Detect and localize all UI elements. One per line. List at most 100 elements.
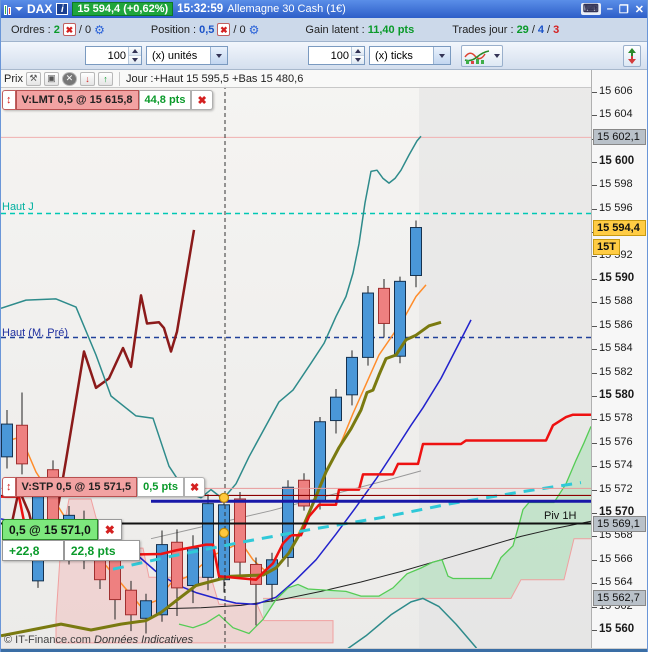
- axis-tick-mark: [592, 279, 597, 280]
- sell-stop-order-tag[interactable]: ↕ V:STP 0,5 @ 15 571,5 0,5 pts ✖: [2, 477, 206, 497]
- axis-tick-label: 15 574: [599, 459, 633, 472]
- detach-window-icon[interactable]: ▣: [43, 71, 59, 86]
- candle[interactable]: [16, 424, 28, 465]
- sell-arrow-icon[interactable]: ↓: [79, 71, 95, 86]
- candle[interactable]: [109, 559, 121, 601]
- info-icon[interactable]: i: [56, 3, 69, 15]
- chart-style-button[interactable]: [461, 44, 503, 67]
- candle[interactable]: [234, 498, 246, 563]
- pivot-1h-label: Piv 1H: [544, 510, 577, 522]
- position-status: Position : 0,5 ✖ / 0 ⚙: [151, 23, 260, 37]
- orders-gear-icon[interactable]: ⚙: [94, 23, 105, 37]
- close-position-x-icon[interactable]: ✖: [97, 519, 122, 540]
- quantity-field-1[interactable]: [86, 47, 128, 64]
- drag-updown-icon[interactable]: ↕: [2, 90, 16, 110]
- axis-tick-label: 15 598: [599, 178, 633, 191]
- price-axis[interactable]: 15 60615 60415 60215 60015 59815 59615 5…: [591, 70, 647, 648]
- instrument-dropdown-icon[interactable]: [15, 7, 23, 11]
- close-button[interactable]: ✕: [635, 3, 644, 16]
- candle[interactable]: [346, 356, 358, 396]
- minimize-button[interactable]: –: [607, 3, 613, 15]
- level-price-badge: 15 569,1: [593, 515, 646, 532]
- candle[interactable]: [125, 589, 137, 616]
- candlestick-icon: [4, 3, 11, 15]
- axis-tick-mark: [592, 442, 597, 444]
- axis-tick-label: 15 560: [599, 623, 635, 635]
- buy-arrow-icon[interactable]: ↑: [97, 71, 113, 86]
- current-price-badge: 15 594,4: [593, 219, 646, 236]
- window-bottom-border: [1, 648, 647, 652]
- disclaimer-text: Données Indicatives: [94, 634, 194, 646]
- candle[interactable]: [362, 292, 374, 358]
- candle[interactable]: [410, 227, 422, 276]
- sell-limit-order-label[interactable]: V:LMT 0,5 @ 15 615,8: [15, 90, 139, 110]
- unit-select-1[interactable]: (x) unités: [146, 46, 228, 65]
- last-price-badge: 15 594,4 (+0,62%): [72, 2, 174, 16]
- price-chart[interactable]: [1, 85, 593, 648]
- axis-tick-label: 15 584: [599, 342, 633, 355]
- orders-status: Ordres : 2 ✖ / 0 ⚙: [11, 23, 105, 37]
- axis-tick-mark: [592, 115, 597, 117]
- close-position-icon[interactable]: ✖: [217, 23, 231, 36]
- quantity-stepper-2[interactable]: [351, 47, 364, 64]
- axis-tick-label: 15 600: [599, 155, 635, 167]
- trades-loss-count: 3: [553, 23, 560, 36]
- settings-wrench-icon[interactable]: ⚒: [25, 71, 41, 86]
- axis-tick-mark: [592, 606, 597, 608]
- position-gear-icon[interactable]: ⚙: [249, 23, 260, 37]
- quantity-field-2[interactable]: [309, 47, 351, 64]
- trades-separator: /: [531, 23, 535, 36]
- maximize-button[interactable]: ❐: [619, 3, 629, 16]
- quantity-stepper-1[interactable]: [128, 47, 141, 64]
- instrument-name[interactable]: DAX: [27, 2, 52, 16]
- refresh-quotes-button[interactable]: [623, 44, 641, 67]
- sell-stop-order-label[interactable]: V:STP 0,5 @ 15 571,5: [15, 477, 138, 497]
- candle[interactable]: [378, 287, 390, 324]
- cancel-orders-icon[interactable]: ✖: [62, 23, 76, 36]
- candle[interactable]: [202, 503, 214, 578]
- candle[interactable]: [218, 504, 230, 581]
- day-high-label: Haut J: [2, 201, 34, 213]
- candle[interactable]: [140, 600, 152, 619]
- band-upper: [1, 135, 422, 500]
- axis-tick-mark: [592, 489, 597, 491]
- position-entry-label[interactable]: 0,5 @ 15 571,0: [2, 519, 98, 540]
- axis-tick-mark: [592, 419, 597, 421]
- axis-tick-mark: [592, 630, 597, 631]
- cancel-stop-order-icon[interactable]: ✖: [183, 477, 206, 497]
- keyboard-icon[interactable]: ⌨: [580, 3, 601, 15]
- unit-select-1-value: (x) unités: [152, 49, 198, 62]
- unit-select-2[interactable]: (x) ticks: [369, 46, 451, 65]
- quantity-input-2[interactable]: [308, 46, 365, 65]
- data-provider-credit: © IT-Finance.com Données Indicatives: [4, 634, 193, 646]
- drag-updown-icon[interactable]: ↕: [2, 477, 16, 497]
- sell-stop-order-distance: 0,5 pts: [137, 477, 184, 497]
- instrument-description: Allemagne 30 Cash (1€): [227, 3, 346, 15]
- execution-dot: [218, 527, 230, 538]
- chevron-down-icon[interactable]: [494, 53, 500, 58]
- position-zero: / 0: [233, 23, 246, 36]
- axis-tick-label: 15 604: [599, 108, 633, 121]
- cancel-limit-order-icon[interactable]: ✖: [191, 90, 213, 110]
- sell-limit-order-tag[interactable]: ↕ V:LMT 0,5 @ 15 615,8 44,8 pts ✖: [2, 90, 213, 110]
- chevron-down-icon[interactable]: [433, 47, 450, 64]
- axis-tick-label: 15 572: [599, 482, 633, 495]
- chevron-down-icon[interactable]: [210, 47, 227, 64]
- open-position-tag[interactable]: 0,5 @ 15 571,0 ✖ +22,8 22,8 pts: [2, 519, 140, 561]
- axis-tick-mark: [592, 583, 597, 585]
- axis-tick-mark: [592, 162, 597, 163]
- day-high-low: Jour :+Haut 15 595,5 +Bas 15 480,6: [125, 72, 304, 85]
- chart-area[interactable]: Prix ⚒ ▣ ✕ ↓ ↑ Jour :+Haut 15 595,5 +Bas…: [1, 70, 647, 648]
- trades-win-count: 29: [516, 23, 529, 36]
- axis-tick-mark: [592, 185, 597, 187]
- axis-tick-mark: [592, 91, 597, 93]
- close-panel-icon[interactable]: ✕: [61, 71, 77, 86]
- axis-tick-label: 15 576: [599, 435, 633, 448]
- axis-tick-label: 15 588: [599, 295, 633, 308]
- candle[interactable]: [330, 396, 342, 422]
- axis-tick-label: 15 580: [599, 389, 635, 401]
- candle[interactable]: [1, 423, 13, 458]
- axis-tick-label: 15 564: [599, 576, 633, 589]
- quantity-input-1[interactable]: [85, 46, 142, 65]
- axis-tick-mark: [592, 349, 597, 351]
